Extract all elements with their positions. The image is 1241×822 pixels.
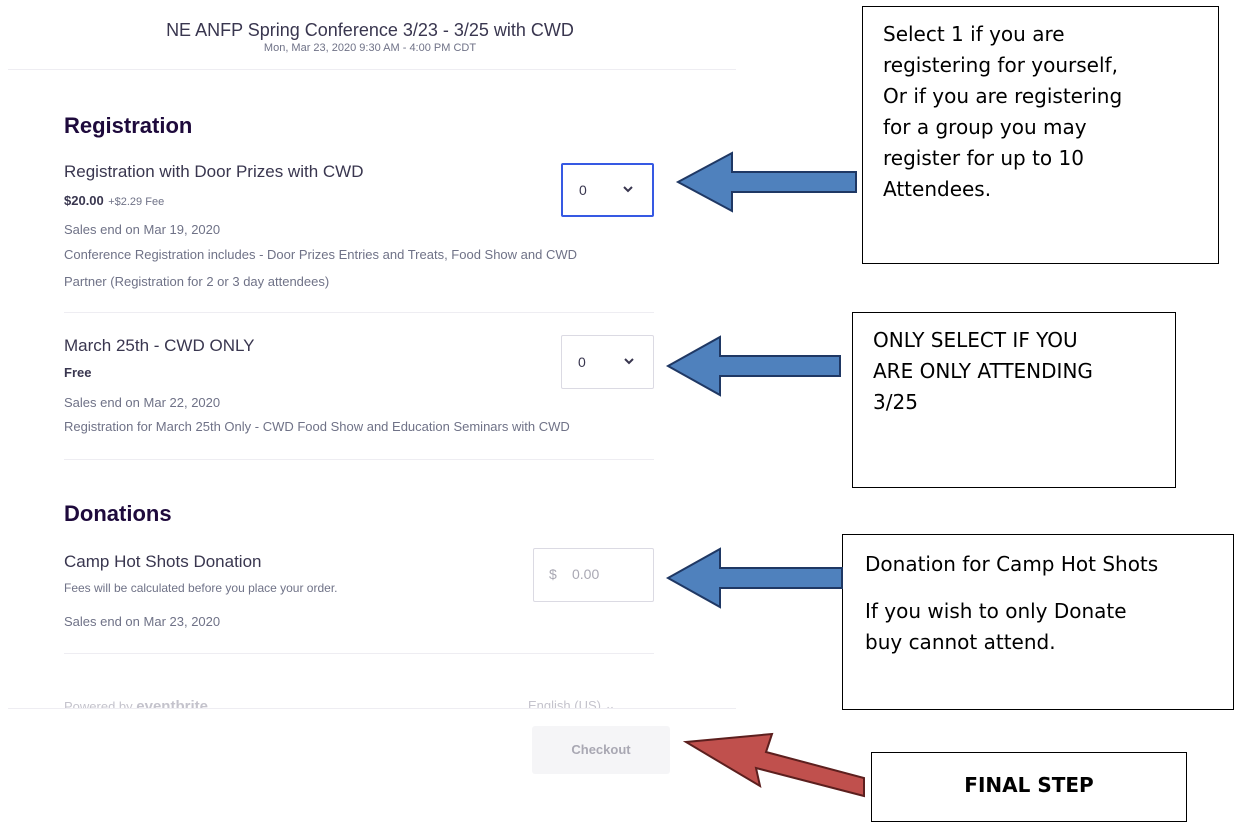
callout-line: If you wish to only Donate <box>865 599 1127 623</box>
callout-line: 3/25 <box>873 390 918 414</box>
callout-line: ARE ONLY ATTENDING <box>873 359 1093 383</box>
callout-line: registering for yourself, <box>883 53 1118 77</box>
header-divider <box>8 69 736 70</box>
chevron-down-icon <box>623 336 635 409</box>
section-divider <box>64 459 654 460</box>
callout-line: for a group you may <box>883 115 1087 139</box>
quantity-select[interactable]: 0 <box>561 335 654 389</box>
language-label: English (US) <box>528 698 601 708</box>
ticket-description-cont: Partner (Registration for 2 or 3 day att… <box>64 274 330 289</box>
currency-symbol: $ <box>549 566 557 582</box>
callout-line: register for up to 10 <box>883 146 1084 170</box>
callout-quantity-instructions: Select 1 if you are registering for your… <box>862 6 1219 264</box>
arrow-left-icon <box>665 547 843 609</box>
quantity-value: 0 <box>578 354 586 370</box>
arrow-shape <box>665 547 843 609</box>
callout-line: ONLY SELECT IF YOU <box>873 328 1078 352</box>
language-selector[interactable]: English (US) ⌄ <box>528 698 616 708</box>
ticket-name: Registration with Door Prizes with CWD <box>64 162 364 181</box>
ticket-price-row: $20.00 +$2.29 Fee <box>64 192 164 210</box>
quantity-value: 0 <box>579 182 587 198</box>
arrow-shape <box>665 335 841 397</box>
callout-march-25-only: ONLY SELECT IF YOU ARE ONLY ATTENDING 3/… <box>852 312 1176 488</box>
ticket-price: Free <box>64 365 92 380</box>
arrow-up-left-icon <box>682 732 865 798</box>
arrow-left-icon <box>665 335 841 397</box>
callout-final-step: FINAL STEP <box>871 752 1187 822</box>
donation-placeholder: 0.00 <box>572 566 600 582</box>
callout-line: buy cannot attend. <box>865 630 1056 654</box>
donations-heading: Donations <box>64 501 172 526</box>
donation-amount-input[interactable]: $ 0.00 <box>533 548 654 602</box>
ticket-description: Registration for March 25th Only - CWD F… <box>64 419 570 434</box>
ticket-sales-end: Sales end on Mar 22, 2020 <box>64 395 221 410</box>
arrow-shape <box>682 732 865 798</box>
event-date: Mon, Mar 23, 2020 9:30 AM - 4:00 PM CDT <box>263 42 477 54</box>
chevron-down-icon <box>622 165 634 235</box>
ticket-price: $20.00 <box>64 193 104 208</box>
ticket-fee: +$2.29 Fee <box>108 196 165 208</box>
footer-bar: Powered by eventbrite English (US) ⌄ <box>64 694 664 708</box>
footer-divider <box>8 708 736 709</box>
event-title: NE ANFP Spring Conference 3/23 - 3/25 wi… <box>166 20 574 40</box>
callout-line: Donation for Camp Hot Shots <box>865 552 1159 576</box>
ticket-divider <box>64 312 654 313</box>
callout-donation: Donation for Camp Hot Shots If you wish … <box>842 534 1234 710</box>
eventbrite-logo: eventbrite <box>136 698 208 708</box>
ticket-name: March 25th - CWD ONLY <box>64 336 255 355</box>
section-divider <box>64 653 654 654</box>
donation-name: Camp Hot Shots Donation <box>64 552 262 571</box>
donation-note: Fees will be calculated before you place… <box>64 581 338 595</box>
powered-by-label: Powered by <box>64 699 133 708</box>
ticket-description: Conference Registration includes - Door … <box>64 247 578 262</box>
ticket-sales-end: Sales end on Mar 19, 2020 <box>64 222 221 237</box>
arrow-left-icon <box>675 151 857 213</box>
callout-line: Select 1 if you are <box>883 22 1065 46</box>
powered-by[interactable]: Powered by eventbrite <box>64 698 208 708</box>
chevron-down-icon: ⌄ <box>604 698 616 708</box>
checkout-button[interactable]: Checkout <box>532 726 670 774</box>
quantity-select[interactable]: 0 <box>561 163 654 217</box>
registration-heading: Registration <box>64 113 193 138</box>
donation-sales-end: Sales end on Mar 23, 2020 <box>64 614 221 629</box>
callout-line: Or if you are registering <box>883 84 1123 108</box>
callout-line: Attendees. <box>883 177 992 201</box>
arrow-shape <box>675 151 857 213</box>
